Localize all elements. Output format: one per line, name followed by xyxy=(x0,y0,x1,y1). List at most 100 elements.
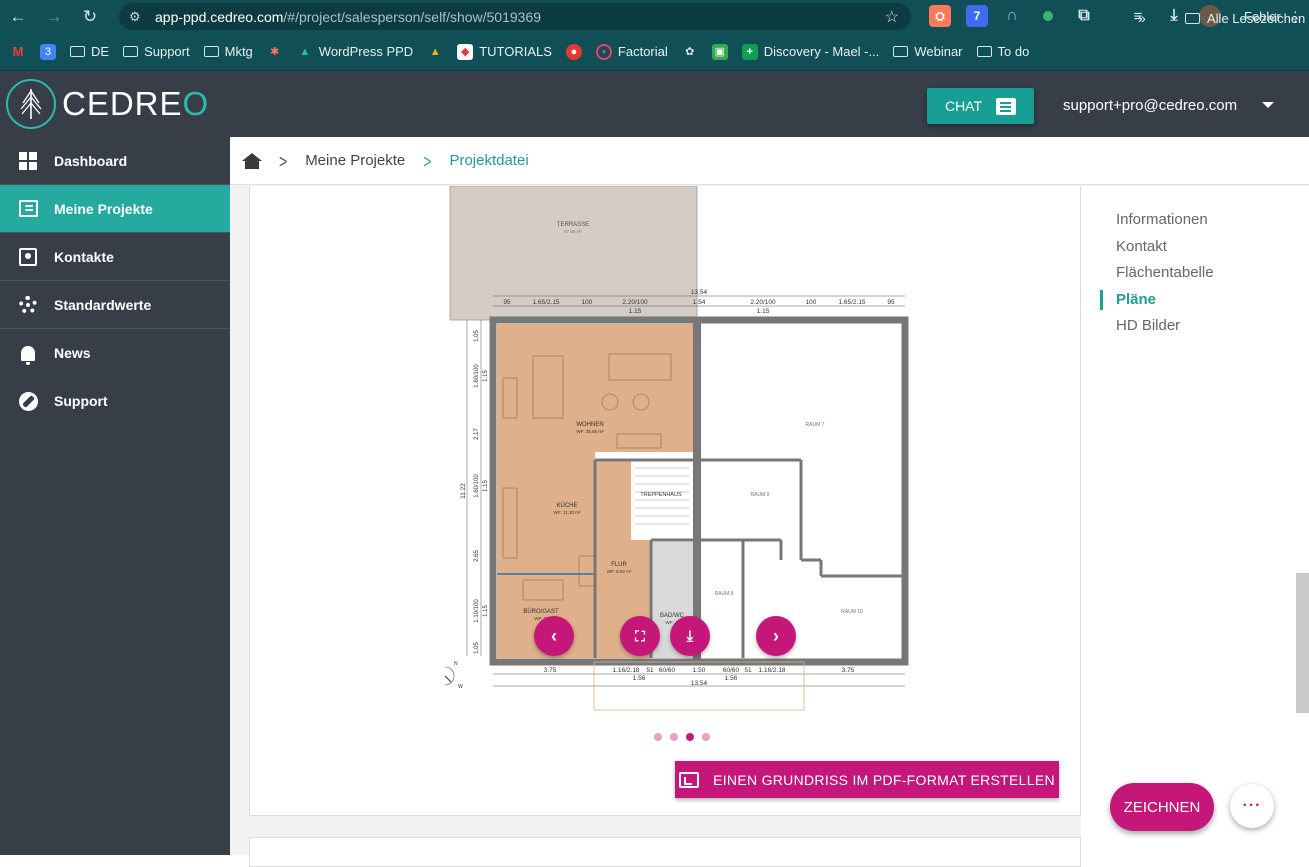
puzzle-extension-icon[interactable]: ⧉ xyxy=(1073,5,1095,27)
green-extension-icon[interactable] xyxy=(1037,5,1059,27)
sidebar-item-projects[interactable]: Meine Projekte xyxy=(0,185,230,233)
calendar-icon: 3 xyxy=(40,43,56,60)
user-menu-caret-icon[interactable] xyxy=(1262,102,1274,108)
arc-extension-icon[interactable]: ∩ xyxy=(1001,5,1023,27)
bookmark-discovery[interactable]: + Discovery - Mael -... xyxy=(741,43,879,60)
scrollbar-thumb[interactable] xyxy=(1296,573,1309,713)
cedreo-logo[interactable]: CEDREO xyxy=(6,79,209,129)
active-indicator xyxy=(1100,290,1103,310)
extension-badge: 7 xyxy=(973,9,981,23)
bookmark-calendar[interactable]: 3 xyxy=(40,43,56,60)
breadcrumb-projects[interactable]: Meine Projekte xyxy=(305,152,405,169)
bookmark-gmail[interactable]: M xyxy=(10,44,26,60)
bookmark-star-icon[interactable]: ☆ xyxy=(885,7,899,27)
reload-icon[interactable]: ↻ xyxy=(72,0,108,33)
label-raum10: RAUM 10 xyxy=(841,609,863,615)
draw-button[interactable]: ZEICHNEN xyxy=(1110,783,1214,831)
dim-bottom: 1.16/2.18 xyxy=(612,667,639,674)
svg-text:W: W xyxy=(458,684,463,690)
user-email[interactable]: support+pro@cedreo.com xyxy=(1063,97,1237,114)
forward-icon[interactable]: → xyxy=(36,0,72,33)
sidebar-item-support[interactable]: Support xyxy=(0,377,230,425)
slide-dot-active[interactable] xyxy=(686,733,694,741)
bookmark-hubspot[interactable]: ✱ xyxy=(267,44,283,60)
dim-top: 1.54 xyxy=(693,299,706,306)
breadcrumb-current: Projektdatei xyxy=(449,152,529,169)
bookmark-mktg[interactable]: Mktg xyxy=(203,44,253,59)
download-plan-button[interactable]: ⤓ xyxy=(670,616,710,656)
dim-left: 2.65 xyxy=(474,550,480,562)
dim-bottom: 3.75 xyxy=(842,667,855,674)
bookmark-openai[interactable]: ✿ xyxy=(682,44,698,60)
bookmark-factorial[interactable]: ● Factorial xyxy=(595,43,668,60)
dim-bottom: 60/60 xyxy=(723,667,740,674)
site-info-icon[interactable]: ⚙ xyxy=(129,9,155,25)
plan-card: TERRASSE 47.85 m² 13.54 95 1.65/2.15 100… xyxy=(249,186,1081,816)
dim-left: 1.05 xyxy=(474,330,480,342)
back-icon[interactable]: ← xyxy=(0,0,36,33)
address-bar[interactable]: ⚙ app-ppd.cedreo.com/#/project/salespers… xyxy=(119,3,911,30)
openai-icon: ✿ xyxy=(685,46,695,58)
dim-left: 1.10/100 xyxy=(474,599,480,623)
dim-bottom-sub: 1.56 xyxy=(725,675,738,682)
bookmark-webinar[interactable]: Webinar xyxy=(893,44,963,59)
terrace-area-label: 47.85 m² xyxy=(564,229,582,234)
sidebar-item-dashboard[interactable]: Dashboard xyxy=(0,137,230,185)
bookmark-ext[interactable]: ● xyxy=(565,43,582,60)
dashboard-icon xyxy=(18,151,38,171)
label-buero: BÜRO/GAST xyxy=(523,608,559,615)
all-bookmarks-button[interactable]: Alle Lesezeichen xyxy=(1185,11,1305,26)
nav-hd-bilder[interactable]: HD Bilder xyxy=(1116,317,1180,334)
bookmark-de[interactable]: DE xyxy=(70,44,109,59)
bookmark-todo[interactable]: To do xyxy=(976,44,1029,59)
sidebar-item-defaults[interactable]: Standardwerte xyxy=(0,281,230,329)
pdf-button-label: EINEN GRUNDRISS IM PDF-FORMAT ERSTELLEN xyxy=(713,771,1055,788)
slide-dot[interactable] xyxy=(702,733,710,741)
create-pdf-plan-button[interactable]: EINEN GRUNDRISS IM PDF-FORMAT ERSTELLEN xyxy=(675,761,1059,798)
area-flur: WF: 8.52 m² xyxy=(607,569,632,574)
bookmark-label: Mktg xyxy=(224,44,253,59)
fullscreen-button[interactable]: ⛶ xyxy=(620,616,660,656)
nav-informationen[interactable]: Informationen xyxy=(1116,211,1208,228)
sidebar-item-label: Support xyxy=(54,393,108,409)
sheets-icon: + xyxy=(741,43,758,60)
chevron-right-icon: > xyxy=(279,149,288,172)
sidebar-item-news[interactable]: News xyxy=(0,329,230,377)
slide-dot[interactable] xyxy=(654,733,662,741)
main-content: > Meine Projekte > Projektdatei TERRASSE… xyxy=(230,137,1309,867)
more-options-button[interactable]: ··· xyxy=(1230,784,1274,828)
next-slide-button[interactable]: › xyxy=(756,616,796,656)
dim-left: 1.05 xyxy=(474,642,480,654)
dim-left: 1.60/100 xyxy=(474,474,480,498)
label-flur: FLUR xyxy=(611,562,627,568)
url-path: /#/project/salesperson/self/show/5019369 xyxy=(283,8,542,25)
folder-icon xyxy=(203,46,219,57)
nav-flaechentabelle[interactable]: Flächentabelle xyxy=(1116,264,1214,281)
bookmark-drive[interactable]: ▲ xyxy=(427,44,443,60)
label-raum8: RAUM 8 xyxy=(715,591,734,597)
sidebar-item-contacts[interactable]: Kontakte xyxy=(0,233,230,281)
bookmark-wordpress[interactable]: ▲ WordPress PPD xyxy=(297,44,413,60)
hubspot-extension-icon[interactable]: ⛭ xyxy=(929,5,951,27)
bookmark-label: WordPress PPD xyxy=(318,44,414,59)
bookmark-support[interactable]: Support xyxy=(123,44,190,59)
dim-bottom: 51 xyxy=(744,667,752,674)
terrace-area xyxy=(449,186,698,321)
nav-kontakt[interactable]: Kontakt xyxy=(1116,238,1167,255)
download-icon[interactable]: ⤓ xyxy=(1163,5,1185,27)
dim-bottom: 3.75 xyxy=(544,667,557,674)
bookmark-tutorials[interactable]: ◆ TUTORIALS xyxy=(457,43,552,60)
slide-dot[interactable] xyxy=(670,733,678,741)
bookmarks-overflow-button[interactable]: » xyxy=(1138,10,1146,26)
all-bookmarks-label: Alle Lesezeichen xyxy=(1207,11,1306,26)
badge-extension-icon[interactable]: 7 xyxy=(966,5,988,27)
chat-icon xyxy=(996,97,1017,115)
bookmark-label: TUTORIALS xyxy=(479,44,552,59)
area-wohnen: WF: 35.55 m² xyxy=(576,429,604,434)
sidebar-item-label: Meine Projekte xyxy=(54,200,153,217)
bookmark-meet[interactable]: ▣ xyxy=(711,43,728,60)
home-icon[interactable] xyxy=(242,152,262,169)
chat-button[interactable]: CHAT xyxy=(927,88,1034,124)
prev-slide-button[interactable]: ‹ xyxy=(534,616,574,656)
nav-plaene[interactable]: Pläne xyxy=(1116,291,1156,308)
